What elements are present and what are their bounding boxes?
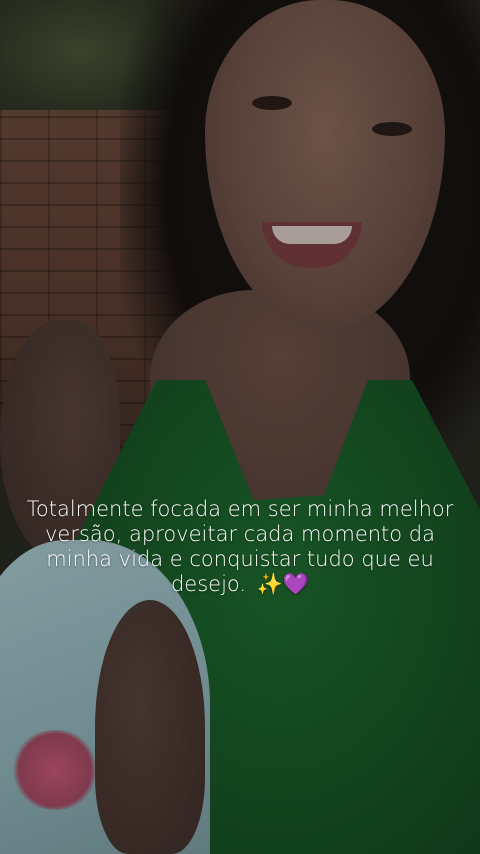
story-caption: Totalmente focada em ser minha melhor ve… bbox=[24, 497, 456, 597]
story-viewer[interactable]: Totalmente focada em ser minha melhor ve… bbox=[0, 0, 480, 854]
sparkles-heart-emoji: ✨💜 bbox=[256, 572, 310, 596]
caption-text: Totalmente focada em ser minha melhor ve… bbox=[26, 497, 454, 596]
photo-dim-overlay bbox=[0, 0, 480, 854]
